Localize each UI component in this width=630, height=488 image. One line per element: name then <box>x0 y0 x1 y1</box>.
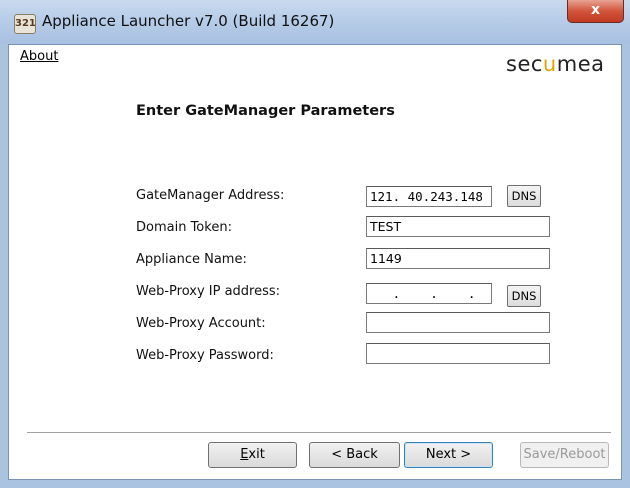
title-bar[interactable]: 321 Appliance Launcher v7.0 (Build 16267… <box>0 0 630 44</box>
next-button[interactable]: Next > <box>404 442 493 468</box>
appliance-name-label: Appliance Name: <box>136 252 247 267</box>
gatemanager-address-field[interactable]: 121. 40.243.148 <box>366 186 492 207</box>
proxy-ip-field[interactable]: . . . <box>366 283 492 304</box>
exit-button[interactable]: Exit <box>208 442 297 468</box>
about-menu[interactable]: About <box>20 49 58 64</box>
proxy-ip-label: Web-Proxy IP address: <box>136 284 281 299</box>
proxy-password-label: Web-Proxy Password: <box>136 348 274 363</box>
app-icon: 321 <box>14 14 36 34</box>
window-title: Appliance Launcher v7.0 (Build 16267) <box>42 12 335 30</box>
next-button-label: Next > <box>425 447 472 462</box>
domain-token-field[interactable]: TEST <box>366 216 550 237</box>
appliance-name-field[interactable]: 1149 <box>366 248 550 269</box>
appliance-launcher-window: 321 Appliance Launcher v7.0 (Build 16267… <box>0 0 630 488</box>
back-button-label: < Back <box>331 447 378 462</box>
gatemanager-address-label: GateManager Address: <box>136 188 285 203</box>
client-area: About secumea Enter GateManager Paramete… <box>8 44 622 480</box>
proxy-account-field[interactable] <box>366 312 550 333</box>
gatemanager-dns-button[interactable]: DNS <box>507 185 541 207</box>
secomea-logo: secumea <box>506 52 605 76</box>
proxy-account-label: Web-Proxy Account: <box>136 316 266 331</box>
back-button[interactable]: < Back <box>309 442 400 468</box>
save-reboot-button[interactable]: Save/Reboot <box>520 442 609 468</box>
proxy-dns-button[interactable]: DNS <box>507 285 541 307</box>
close-button[interactable]: x <box>567 0 624 23</box>
proxy-password-field[interactable] <box>366 343 550 364</box>
page-heading: Enter GateManager Parameters <box>136 103 395 119</box>
button-divider <box>27 432 611 434</box>
domain-token-label: Domain Token: <box>136 220 232 235</box>
